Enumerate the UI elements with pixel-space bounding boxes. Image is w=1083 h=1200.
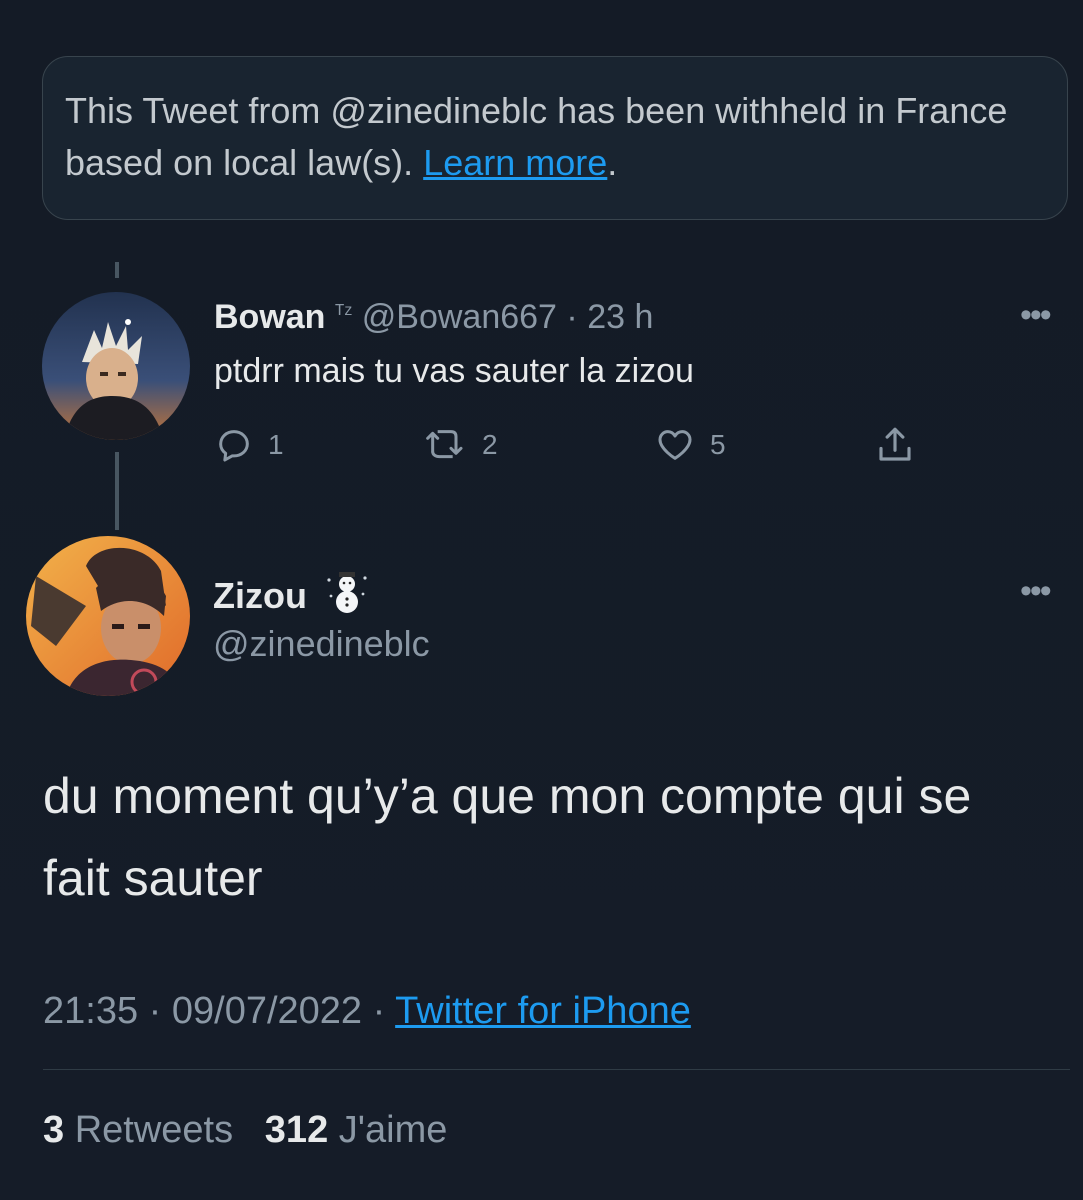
tweet-meta-separator-2: · xyxy=(372,990,386,1032)
tweet-stats: 3 Retweets 312 J'aime xyxy=(43,1104,447,1156)
reply-avatar[interactable] xyxy=(42,292,190,440)
reply-text: ptdrr mais tu vas sauter la zizou xyxy=(214,352,694,390)
reply-action-like[interactable]: 5 xyxy=(654,420,726,470)
retweet-count: 2 xyxy=(482,429,498,460)
like-count: 5 xyxy=(710,429,726,460)
retweet-icon xyxy=(426,430,463,459)
reply-action-share[interactable] xyxy=(874,420,930,470)
tweet-meta: 21:35 · 09/07/2022 · Twitter for iPhone xyxy=(43,985,691,1037)
retweets-stat[interactable]: 3 Retweets xyxy=(43,1109,233,1151)
tweet-meta-separator-1: · xyxy=(148,990,162,1032)
likes-label: J'aime xyxy=(338,1109,448,1151)
reply-action-retweet[interactable]: 2 xyxy=(424,420,498,470)
reply-name-suffix: ᵀᶻ xyxy=(334,300,353,325)
reply-actions: 1 2 5 xyxy=(214,420,934,470)
tweet-avatar-image xyxy=(26,536,190,696)
tweet-display-name[interactable]: Zizou xyxy=(213,575,307,616)
tweet-source-link[interactable]: Twitter for iPhone xyxy=(395,990,691,1032)
reply-separator: · xyxy=(566,298,578,336)
learn-more-link[interactable]: Learn more xyxy=(423,142,607,183)
retweets-count: 3 xyxy=(43,1109,65,1151)
reply-avatar-image xyxy=(42,292,190,440)
withheld-notice-period: . xyxy=(607,142,618,183)
tweet-handle[interactable]: @zinedineblc xyxy=(213,620,430,668)
snowman-icon xyxy=(323,568,371,628)
tweet-text: du moment qu’y’a que mon compte qui se f… xyxy=(43,768,972,906)
share-icon xyxy=(879,427,911,461)
withheld-notice: This Tweet from @zinedineblc has been wi… xyxy=(42,56,1068,220)
tweet-name-row: Zizou xyxy=(213,568,371,628)
stats-divider xyxy=(43,1069,1070,1070)
screenshot-frame: This Tweet from @zinedineblc has been wi… xyxy=(0,0,1083,1200)
reply-header: Bowan ᵀᶻ @Bowan667 · 23 h xyxy=(214,290,653,340)
likes-stat[interactable]: 312 J'aime xyxy=(265,1109,448,1151)
tweet-date: 09/07/2022 xyxy=(171,990,363,1032)
tweet-more-icon[interactable]: ••• xyxy=(1020,572,1052,611)
reply-icon xyxy=(219,430,249,462)
likes-count: 312 xyxy=(264,1109,329,1151)
heart-icon xyxy=(658,430,692,460)
thread-line-top xyxy=(115,262,119,278)
reply-action-reply[interactable]: 1 xyxy=(214,420,284,470)
reply-time[interactable]: 23 h xyxy=(587,298,653,336)
tweet-time: 21:35 xyxy=(43,990,139,1032)
reply-display-name[interactable]: Bowan xyxy=(214,298,325,336)
retweets-label: Retweets xyxy=(74,1109,234,1151)
reply-count: 1 xyxy=(268,429,284,460)
reply-handle[interactable]: @Bowan667 xyxy=(362,298,557,336)
reply-more-icon[interactable]: ••• xyxy=(1020,296,1052,335)
thread-line-bottom xyxy=(115,452,119,530)
tweet-avatar[interactable] xyxy=(26,536,190,696)
